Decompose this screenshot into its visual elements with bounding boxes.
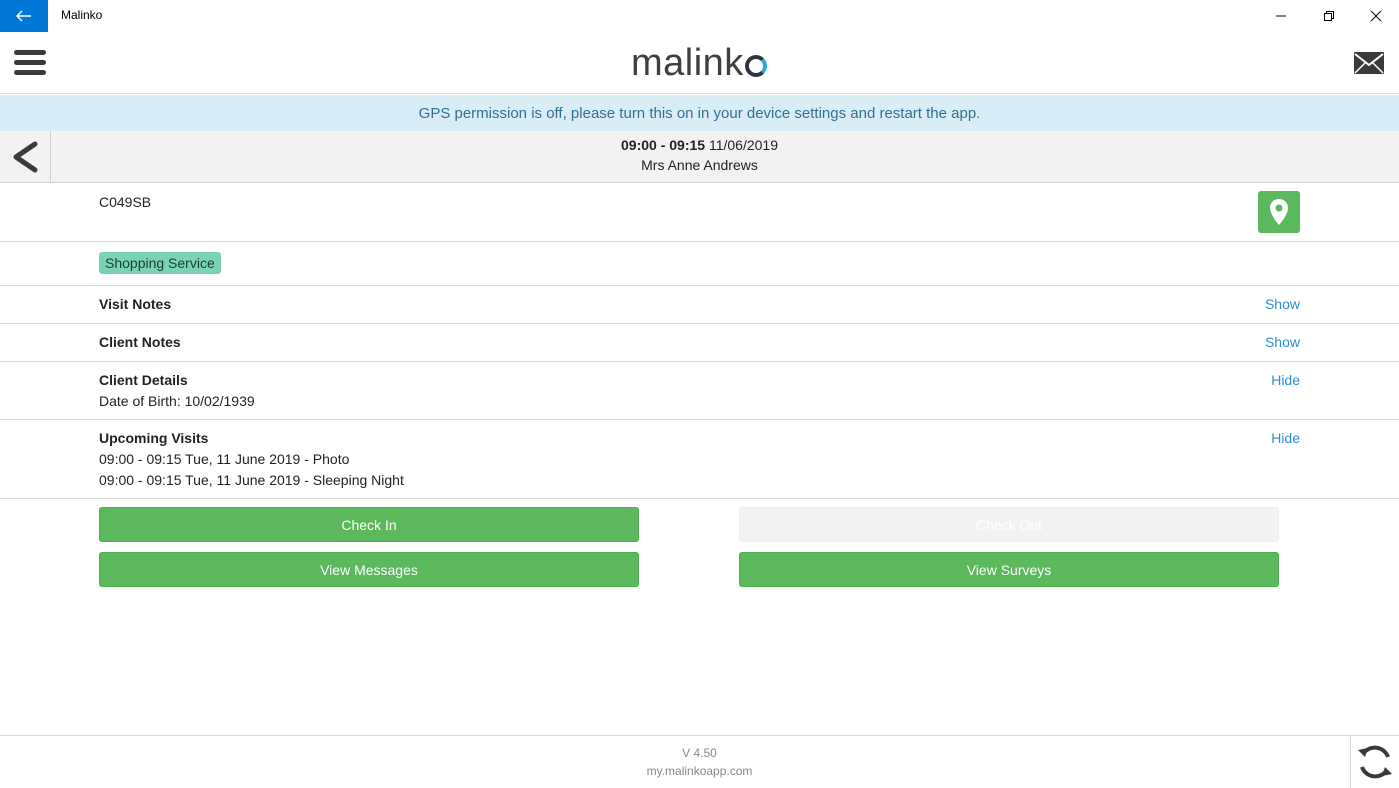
refresh-icon [1358, 745, 1392, 779]
envelope-icon[interactable] [1353, 51, 1385, 80]
version-label: V 4.50 [682, 746, 717, 760]
logo-ring-icon [744, 55, 767, 77]
client-notes-row: Client Notes Show [0, 324, 1399, 362]
restore-icon [1324, 11, 1334, 21]
window-title: Malinko [61, 8, 103, 22]
visit-time-date: 09:00 - 09:15 11/06/2019 [0, 137, 1399, 153]
visit-date: 11/06/2019 [708, 137, 778, 153]
upcoming-visits-toggle[interactable]: Hide [1271, 430, 1300, 446]
service-row: Shopping Service [0, 242, 1399, 286]
check-in-button[interactable]: Check In [99, 507, 639, 542]
check-out-button[interactable]: Check Out [739, 507, 1279, 542]
client-notes-label: Client Notes [99, 334, 181, 350]
app-header: malink [0, 32, 1399, 94]
minimize-button[interactable] [1258, 0, 1304, 32]
visit-notes-row: Visit Notes Show [0, 286, 1399, 324]
visit-notes-toggle[interactable]: Show [1265, 296, 1300, 312]
visit-header: 09:00 - 09:15 11/06/2019 Mrs Anne Andrew… [0, 131, 1399, 183]
view-messages-button[interactable]: View Messages [99, 552, 639, 587]
visit-notes-label: Visit Notes [99, 296, 172, 312]
client-details-row: Client Details Date of Birth: 10/02/1939… [0, 362, 1399, 420]
minimize-icon [1276, 15, 1286, 17]
close-icon [1370, 10, 1382, 22]
sync-button[interactable] [1350, 736, 1399, 788]
arrow-left-icon [16, 10, 31, 22]
window-back-button[interactable] [0, 0, 48, 32]
client-details-toggle[interactable]: Hide [1271, 372, 1300, 388]
view-surveys-button[interactable]: View Surveys [739, 552, 1279, 587]
map-button[interactable] [1258, 191, 1300, 233]
footer: V 4.50 my.malinkoapp.com [0, 735, 1399, 788]
list-item: 09:00 - 09:15 Tue, 11 June 2019 - Sleepi… [99, 472, 404, 488]
site-url: my.malinkoapp.com [646, 764, 753, 778]
map-pin-icon [1270, 199, 1288, 225]
upcoming-visits-label: Upcoming Visits [99, 430, 209, 446]
gps-warning-banner: GPS permission is off, please turn this … [0, 95, 1399, 131]
malinko-logo: malink [631, 42, 767, 85]
restore-button[interactable] [1306, 0, 1352, 32]
window-titlebar: Malinko [0, 0, 1399, 32]
date-of-birth: Date of Birth: 10/02/1939 [99, 393, 255, 409]
list-item: 09:00 - 09:15 Tue, 11 June 2019 - Photo [99, 451, 350, 467]
client-name: Mrs Anne Andrews [641, 157, 758, 173]
address-row: C049SB [0, 183, 1399, 242]
upcoming-visits-row: Upcoming Visits 09:00 - 09:15 Tue, 11 Ju… [0, 420, 1399, 499]
service-tag: Shopping Service [99, 252, 221, 274]
close-button[interactable] [1353, 0, 1399, 32]
postcode: C049SB [99, 194, 152, 210]
visit-time: 09:00 - 09:15 [621, 137, 706, 153]
client-details-label: Client Details [99, 372, 188, 388]
hamburger-menu-icon[interactable] [14, 50, 48, 78]
client-notes-toggle[interactable]: Show [1265, 334, 1300, 350]
